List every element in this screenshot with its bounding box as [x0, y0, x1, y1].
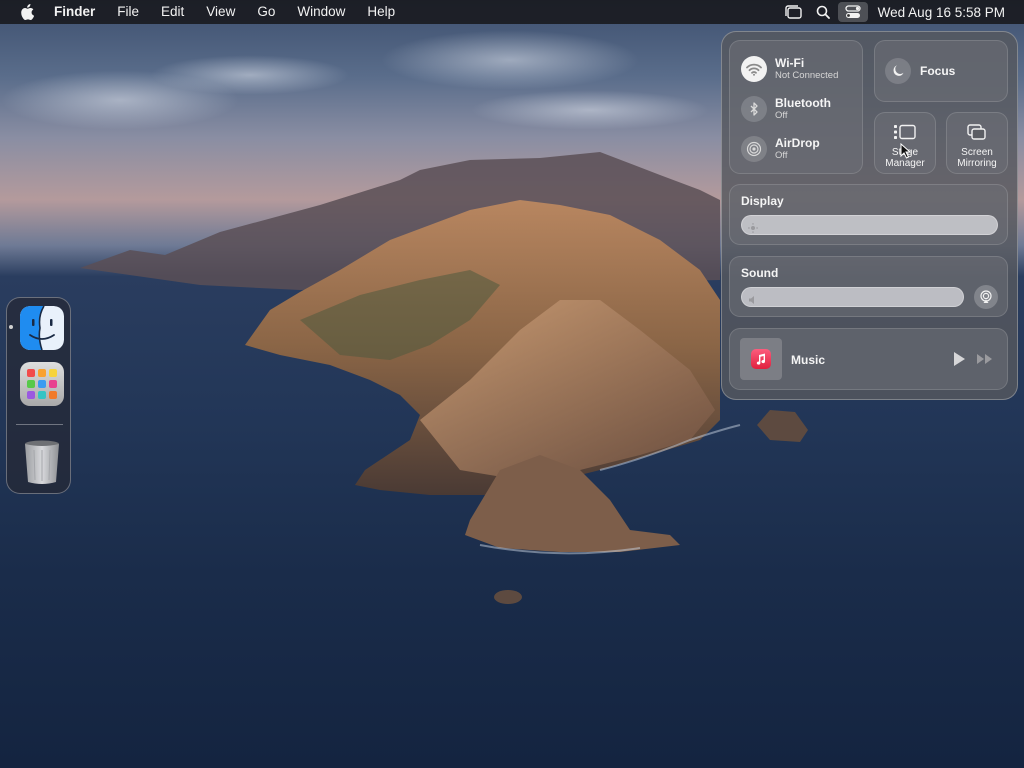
now-playing-title: Music: [791, 353, 826, 367]
airdrop-toggle[interactable]: AirDrop Off: [741, 136, 820, 162]
bluetooth-toggle[interactable]: Bluetooth Off: [741, 96, 831, 122]
screen-mirroring-label-line2: Mirroring: [957, 158, 997, 169]
airdrop-status: Off: [775, 150, 788, 161]
menu-edit[interactable]: Edit: [150, 0, 195, 24]
connectivity-module: Wi-Fi Not Connected Bluetooth Off AirDro…: [729, 40, 863, 174]
display-label: Display: [741, 194, 784, 208]
menu-window[interactable]: Window: [286, 0, 356, 24]
stage-manager-icon[interactable]: [778, 0, 808, 24]
volume-slider[interactable]: [741, 287, 964, 307]
bluetooth-status: Off: [775, 110, 788, 121]
bluetooth-icon: [741, 96, 767, 122]
screen-mirroring-button[interactable]: Screen Mirroring: [946, 112, 1008, 174]
apple-logo-icon[interactable]: [16, 0, 38, 24]
screen-mirroring-icon: [947, 121, 1007, 143]
control-center-icon[interactable]: [837, 2, 868, 22]
airplay-audio-icon: [980, 290, 992, 303]
play-icon[interactable]: [952, 351, 966, 372]
menu-file[interactable]: File: [106, 0, 150, 24]
dock: [6, 297, 71, 494]
launchpad-icon[interactable]: [20, 362, 64, 406]
finder-icon[interactable]: [20, 306, 64, 350]
speaker-icon: [748, 292, 758, 310]
airdrop-label: AirDrop: [775, 136, 820, 150]
app-menu-finder[interactable]: Finder: [50, 0, 106, 24]
trash-icon[interactable]: [20, 438, 64, 484]
sound-label: Sound: [741, 266, 779, 280]
airplay-audio-button[interactable]: [974, 285, 998, 309]
moon-icon: [885, 58, 911, 84]
album-art: [740, 338, 782, 380]
mouse-pointer-icon: [900, 142, 912, 164]
airdrop-icon: [741, 136, 767, 162]
wifi-label: Wi-Fi: [775, 56, 805, 70]
music-app-icon: [751, 349, 771, 369]
wifi-status: Not Connected: [775, 70, 839, 81]
running-indicator: [9, 325, 13, 329]
menu-view[interactable]: View: [195, 0, 246, 24]
menu-bar-clock[interactable]: Wed Aug 16 5:58 PM: [868, 5, 1024, 20]
search-icon[interactable]: [808, 0, 838, 24]
wifi-icon: [741, 56, 767, 82]
dock-divider: [16, 424, 63, 425]
fast-forward-icon[interactable]: [976, 352, 994, 370]
menu-help[interactable]: Help: [356, 0, 406, 24]
sound-module: Sound: [729, 256, 1008, 317]
display-module: Display: [729, 184, 1008, 245]
bluetooth-label: Bluetooth: [775, 96, 831, 110]
focus-button[interactable]: Focus: [874, 40, 1008, 102]
screen-mirroring-label-line1: Screen: [961, 147, 993, 158]
focus-label: Focus: [920, 64, 956, 78]
control-center-panel: Wi-Fi Not Connected Bluetooth Off AirDro…: [721, 31, 1018, 400]
sun-icon: [748, 220, 758, 238]
now-playing-module[interactable]: Music: [729, 328, 1008, 390]
brightness-slider[interactable]: [741, 215, 998, 235]
wifi-toggle[interactable]: Wi-Fi Not Connected: [741, 56, 838, 82]
stage-manager-icon: [875, 121, 935, 143]
menu-bar: Finder File Edit View Go Window Help Wed…: [0, 0, 1024, 24]
menu-go[interactable]: Go: [246, 0, 286, 24]
